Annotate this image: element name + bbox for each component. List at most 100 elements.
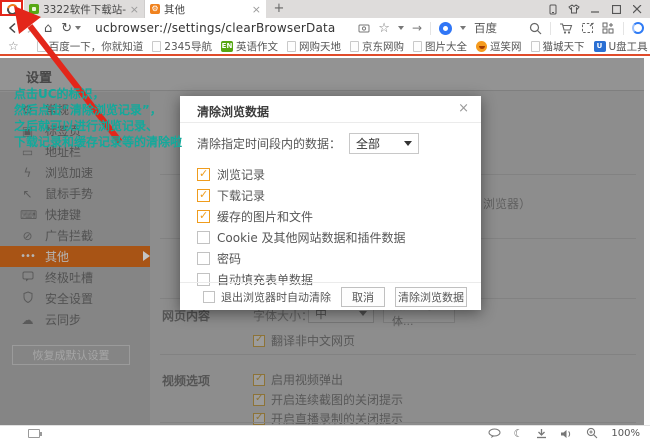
divider	[160, 354, 636, 355]
theme-skin-icon[interactable]	[568, 3, 580, 15]
checkbox-checked-icon[interactable]	[253, 394, 265, 406]
apps-grid-icon[interactable]	[602, 22, 615, 34]
sidebar-item-other[interactable]: •••其他	[0, 246, 150, 267]
page-icon	[152, 41, 161, 52]
go-arrow-icon[interactable]: →	[412, 22, 422, 34]
bookmark-english[interactable]: EN英语作文	[221, 39, 278, 54]
page-icon	[413, 41, 422, 52]
mini-video-icon[interactable]	[28, 429, 40, 438]
bookmark-shopping[interactable]: 网购天地	[287, 39, 341, 54]
checkbox-checked-icon[interactable]	[253, 335, 265, 347]
clipped-setting-text: 浏览器）	[483, 195, 531, 212]
bookmark-pictures[interactable]: 图片大全	[413, 39, 467, 54]
forward-button[interactable]	[26, 22, 35, 34]
reload-dropdown-icon[interactable]	[75, 26, 81, 30]
star-dropdown-icon[interactable]	[398, 26, 404, 30]
shopping-cart-icon[interactable]	[559, 22, 573, 35]
reload-button[interactable]: ↻	[61, 22, 81, 35]
close-tab-icon[interactable]: ×	[130, 3, 139, 16]
search-engine-label[interactable]: 百度	[474, 20, 497, 36]
sidebar-item-adblock[interactable]: ⊘广告拦截	[0, 225, 150, 246]
option-cached-files[interactable]: 缓存的图片和文件	[197, 206, 481, 227]
sidebar-item-cloud-sync[interactable]: ☁云同步	[0, 309, 150, 330]
send-to-phone-icon[interactable]	[547, 3, 559, 15]
sidebar-item-tabs[interactable]: ▣标签页	[0, 120, 150, 141]
back-button[interactable]	[8, 22, 17, 34]
zoom-icon[interactable]	[586, 424, 598, 440]
chevron-down-icon	[404, 141, 412, 146]
screenshot-tip-checkbox-row[interactable]: 开启连续截图的关闭提示	[253, 391, 403, 408]
bookmark-2345[interactable]: 2345导航	[152, 39, 212, 54]
status-bar: ☾ 100%	[0, 425, 650, 440]
search-icon[interactable]	[529, 22, 542, 35]
checkbox-checked-icon[interactable]	[197, 210, 210, 223]
night-mode-icon[interactable]: ☾	[514, 427, 524, 440]
bookmark-star-icon[interactable]: ☆	[378, 22, 390, 35]
minimize-button[interactable]	[589, 3, 601, 15]
sidebar-item-general[interactable]: ⚙常规	[0, 99, 150, 120]
checkbox-checked-icon[interactable]	[197, 168, 210, 181]
browser-window: 3322软件下载站-提供免.. × ⚙ 其他 × + ⌂ ↻ ucbrowser…	[0, 0, 650, 440]
checkbox-unchecked-icon[interactable]	[203, 291, 215, 303]
url-field[interactable]: ucbrowser://settings/clearBrowserData	[89, 21, 335, 35]
gear-icon: ⚙	[20, 103, 35, 117]
time-range-select[interactable]: 全部	[349, 133, 419, 154]
tab-3322-site[interactable]: 3322软件下载站-提供免.. ×	[24, 0, 145, 18]
option-passwords[interactable]: 密码	[197, 248, 481, 269]
checkbox-checked-icon[interactable]	[197, 189, 210, 202]
settings-sidebar: ⚙常规 ▣标签页 ▭地址栏 ϟ浏览加速 ↖鼠标手势 ⌨快捷键 ⊘广告拦截 •••…	[0, 92, 150, 425]
clear-data-confirm-button[interactable]: 清除浏览数据	[395, 287, 467, 307]
bookmark-usb-tool[interactable]: UU盘工具	[594, 39, 648, 54]
maximize-button[interactable]	[610, 3, 622, 15]
sidebar-item-mouse-gesture[interactable]: ↖鼠标手势	[0, 183, 150, 204]
uc-browser-logo[interactable]	[0, 0, 24, 18]
baidu-logo-icon[interactable]	[439, 22, 452, 35]
translate-checkbox-row[interactable]: 翻译非中文网页	[253, 332, 355, 349]
checkbox-unchecked-icon[interactable]	[197, 252, 210, 265]
tab-favicon-settings-gear-icon: ⚙	[150, 4, 160, 14]
mouse-icon: ↖	[20, 187, 35, 201]
sidebar-item-speed[interactable]: ϟ浏览加速	[0, 162, 150, 183]
video-popup-checkbox-row[interactable]: 启用视频弹出	[253, 371, 343, 388]
capture-region-icon[interactable]	[581, 22, 594, 34]
search-engine-dropdown-icon[interactable]	[460, 26, 466, 30]
sidebar-item-security[interactable]: 安全设置	[0, 288, 150, 309]
bookmark-funny[interactable]: 逗笑网	[476, 39, 522, 54]
sound-icon[interactable]	[560, 424, 573, 440]
window-controls	[547, 0, 650, 18]
screenshot-page-icon[interactable]	[358, 23, 370, 33]
option-browsing-history[interactable]: 浏览记录	[197, 164, 481, 185]
sidebar-item-addressbar[interactable]: ▭地址栏	[0, 141, 150, 162]
new-tab-button[interactable]: +	[266, 0, 292, 18]
sidebar-item-feedback[interactable]: 终极吐槽	[0, 267, 150, 288]
uc-logo-icon	[4, 1, 19, 16]
bookmark-jd[interactable]: 京东网购	[350, 39, 404, 54]
tab-title: 3322软件下载站-提供免..	[43, 2, 126, 17]
close-window-button[interactable]	[631, 3, 643, 15]
bookmark-maocheng[interactable]: 猫城天下	[531, 39, 585, 54]
scrollbar[interactable]	[644, 58, 650, 425]
checkbox-checked-icon[interactable]	[253, 374, 265, 386]
checkbox-unchecked-icon[interactable]	[197, 231, 210, 244]
address-toolbar: ⌂ ↻ ucbrowser://settings/clearBrowserDat…	[0, 18, 650, 38]
zoom-level[interactable]: 100%	[611, 428, 640, 439]
favorites-star-icon[interactable]: ☆	[8, 40, 19, 52]
close-tab-icon[interactable]: ×	[252, 3, 261, 16]
tab-settings-other[interactable]: ⚙ 其他 ×	[145, 0, 266, 18]
bookmark-baidu[interactable]: 百度一下，你就知道	[37, 39, 144, 54]
sidebar-item-shortcuts[interactable]: ⌨快捷键	[0, 204, 150, 225]
auto-clear-on-exit-row[interactable]: 退出浏览器时自动清除	[203, 289, 331, 305]
smiley-icon	[476, 41, 487, 52]
option-download-history[interactable]: 下载记录	[197, 185, 481, 206]
option-cookies[interactable]: Cookie 及其他网站数据和插件数据	[197, 227, 481, 248]
restore-defaults-button[interactable]: 恢复成默认设置	[12, 345, 130, 365]
feedback-bubble-icon[interactable]	[488, 424, 501, 440]
cancel-button[interactable]: 取消	[341, 287, 385, 307]
keyboard-icon: ⌨	[20, 208, 35, 222]
page-icon	[287, 41, 296, 52]
home-button[interactable]: ⌂	[44, 22, 52, 35]
download-icon[interactable]	[536, 424, 547, 440]
uc-accelerator-icon[interactable]	[632, 22, 644, 34]
page-icon	[37, 41, 46, 52]
dialog-close-icon[interactable]: ×	[458, 101, 469, 116]
